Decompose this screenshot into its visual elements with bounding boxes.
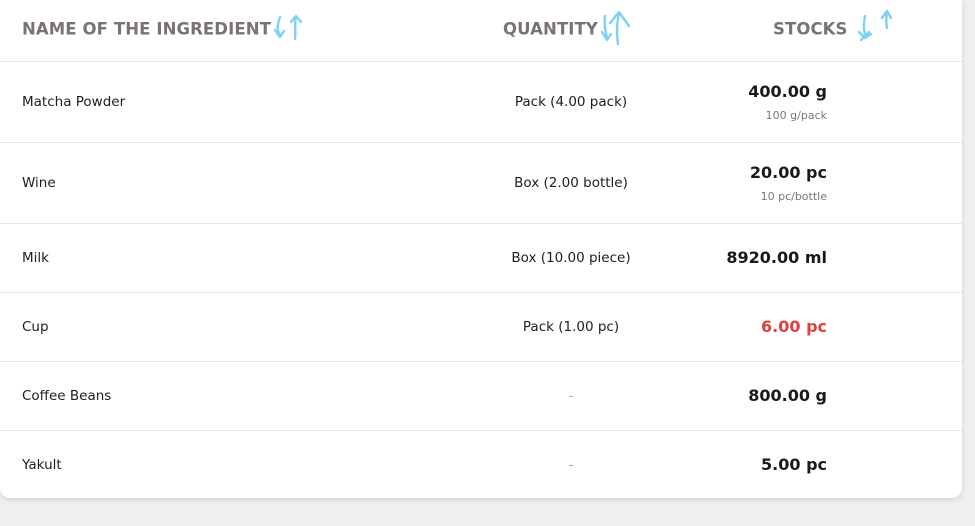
ingredient-quantity: Box (10.00 piece) [450,223,692,293]
header-stocks-label: STOCKS [773,19,848,39]
ingredients-card: NAME OF THE INGREDIENT QUANTITY STOCKS M… [0,0,962,498]
sort-name-icon[interactable] [272,11,306,45]
stock-value: 400.00 g [748,81,827,101]
stock-value-low: 6.00 pc [761,316,827,336]
table-row[interactable]: Yakult - 5.00 pc [0,430,962,498]
ingredient-name: Matcha Powder [0,61,450,143]
table-row[interactable]: Cup Pack (1.00 pc) 6.00 pc [0,292,962,362]
stock-value: 20.00 pc [749,162,827,182]
table-header-row: NAME OF THE INGREDIENT QUANTITY STOCKS [0,0,962,62]
header-name[interactable]: NAME OF THE INGREDIENT [0,0,450,62]
sort-stocks-icon[interactable] [849,8,897,48]
ingredient-name: Yakult [22,456,62,473]
header-name-label: NAME OF THE INGREDIENT [22,19,271,39]
stock-value: 5.00 pc [761,454,827,474]
ingredient-stock-cell: 400.00 g 100 g/pack [692,61,962,143]
header-quantity-label: QUANTITY [503,19,598,39]
stock-unit-rate: 100 g/pack [765,108,827,122]
ingredients-table: NAME OF THE INGREDIENT QUANTITY STOCKS M… [0,0,962,498]
header-stocks[interactable]: STOCKS [692,0,962,62]
ingredient-quantity: - [450,430,692,498]
header-quantity[interactable]: QUANTITY [450,0,692,62]
ingredient-quantity: - [450,361,692,431]
ingredient-stock-cell: 6.00 pc [692,292,962,362]
ingredient-name: Cup [0,292,450,362]
empty-quantity-dash: - [568,387,574,404]
empty-quantity-dash: - [568,456,574,473]
ingredient-stock-cell: 8920.00 ml [692,223,962,293]
table-row[interactable]: Wine Box (2.00 bottle) 20.00 pc 10 pc/bo… [0,142,962,224]
ingredient-stock-cell: 5.00 pc [692,430,962,498]
table-row[interactable]: Matcha Powder Pack (4.00 pack) 400.00 g … [0,61,962,143]
stock-value: 800.00 g [748,385,827,405]
stock-unit-rate: 10 pc/bottle [760,189,827,203]
stock-value: 8920.00 ml [726,247,827,267]
ingredient-name: Milk [0,223,450,293]
sort-quantity-icon[interactable] [599,8,639,48]
ingredient-quantity: Pack (4.00 pack) [450,61,692,143]
table-row[interactable]: Coffee Beans - 800.00 g [0,361,962,431]
ingredient-quantity: Box (2.00 bottle) [450,142,692,224]
ingredient-quantity: Pack (1.00 pc) [450,292,692,362]
ingredient-name: Coffee Beans [0,361,450,431]
ingredient-name: Wine [0,142,450,224]
ingredient-stock-cell: 800.00 g [692,361,962,431]
table-row[interactable]: Milk Box (10.00 piece) 8920.00 ml [0,223,962,293]
ingredient-stock-cell: 20.00 pc 10 pc/bottle [692,142,962,224]
